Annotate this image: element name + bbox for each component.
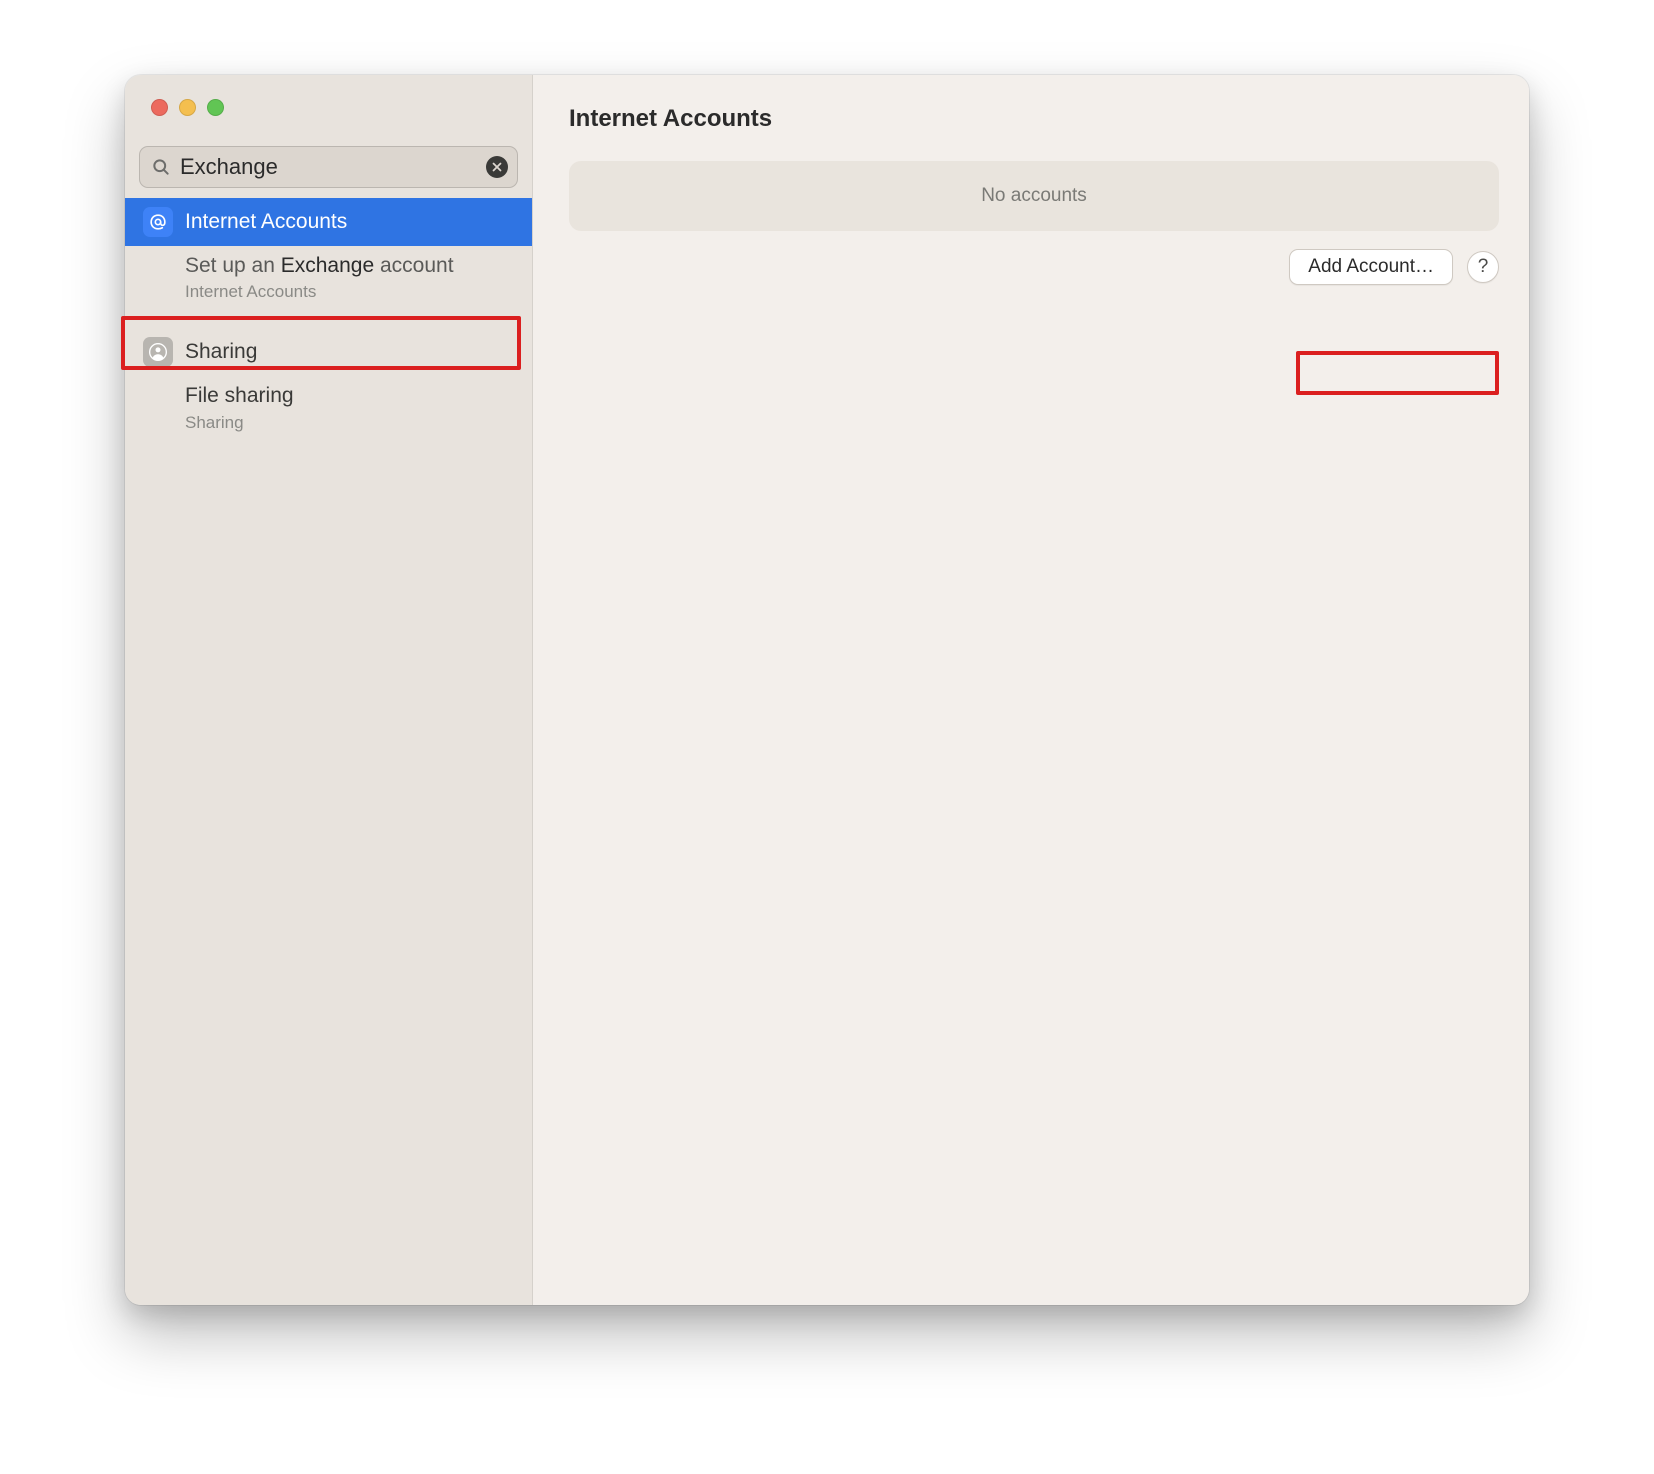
no-accounts-placeholder: No accounts (569, 161, 1499, 231)
zoom-window-button[interactable] (207, 99, 224, 116)
content-pane: Internet Accounts No accounts Add Accoun… (533, 75, 1529, 1305)
close-window-button[interactable] (151, 99, 168, 116)
actions-row: Add Account… ? (569, 249, 1499, 285)
subresult-category: Internet Accounts (185, 282, 518, 302)
search-subresult-exchange[interactable]: Set up an Exchange account Internet Acco… (125, 246, 532, 310)
add-account-button[interactable]: Add Account… (1289, 249, 1453, 285)
search-input[interactable] (139, 146, 518, 188)
at-icon (143, 207, 173, 237)
sidebar-item-sharing[interactable]: Sharing (125, 328, 532, 376)
search-icon (151, 157, 171, 177)
subresult-title: File sharing (185, 382, 518, 410)
no-accounts-text: No accounts (981, 185, 1087, 207)
search-subresult-file-sharing[interactable]: File sharing Sharing (125, 376, 532, 440)
system-settings-window: Internet Accounts Set up an Exchange acc… (125, 75, 1529, 1305)
search-results: Internet Accounts Set up an Exchange acc… (125, 198, 532, 441)
sidebar-item-internet-accounts[interactable]: Internet Accounts (125, 198, 532, 246)
subresult-title: Set up an Exchange account (185, 252, 518, 280)
search-field-container (139, 146, 518, 188)
sidebar: Internet Accounts Set up an Exchange acc… (125, 75, 533, 1305)
minimize-window-button[interactable] (179, 99, 196, 116)
subresult-category: Sharing (185, 413, 518, 433)
clear-search-button[interactable] (486, 156, 508, 178)
sidebar-item-label: Sharing (185, 340, 257, 364)
window-controls (125, 75, 532, 116)
help-button[interactable]: ? (1467, 251, 1499, 283)
person-icon (143, 337, 173, 367)
sidebar-item-label: Internet Accounts (185, 210, 347, 234)
page-title: Internet Accounts (569, 105, 1499, 133)
